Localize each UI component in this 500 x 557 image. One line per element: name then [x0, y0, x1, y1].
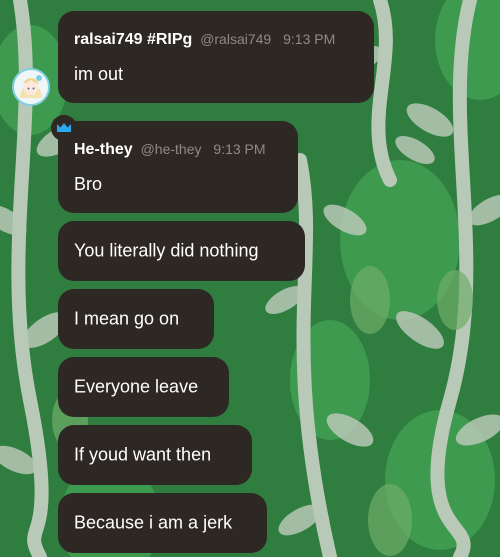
username[interactable]: He-they [74, 141, 133, 158]
timestamp: 9:13 PM [213, 141, 266, 157]
message-text: Bro [74, 174, 103, 194]
message-text: Everyone leave [74, 376, 199, 397]
message-header: He-they @he-they 9:13 PM [74, 141, 266, 159]
message-bubble[interactable]: I mean go on [58, 289, 214, 349]
message-text: If youd want then [74, 444, 212, 465]
user-handle[interactable]: @ralsai749 [200, 31, 271, 47]
message-bubble[interactable]: ralsai749 #RIPg @ralsai749 9:13 PM im ou… [58, 11, 374, 103]
anime-girl-avatar-icon [14, 70, 48, 104]
crown-icon [51, 115, 77, 141]
message-bubble[interactable]: If youd want then [58, 425, 252, 485]
message-bubble[interactable]: Because i am a jerk [58, 493, 267, 553]
message-bubble[interactable]: He-they @he-they 9:13 PM Bro [58, 121, 298, 213]
user-handle[interactable]: @he-they [141, 141, 202, 157]
message-header: ralsai749 #RIPg @ralsai749 9:13 PM [74, 31, 335, 49]
message-text: I mean go on [74, 308, 180, 329]
user-avatar[interactable] [12, 68, 50, 106]
user-avatar[interactable] [51, 115, 77, 141]
message-bubble[interactable]: Everyone leave [58, 357, 229, 417]
timestamp: 9:13 PM [283, 31, 336, 47]
message-text: Because i am a jerk [74, 512, 233, 533]
message-text: im out [74, 64, 124, 84]
message-bubble[interactable]: You literally did nothing [58, 221, 305, 281]
username[interactable]: ralsai749 #RIPg [74, 31, 192, 48]
message-text: You literally did nothing [74, 240, 259, 261]
